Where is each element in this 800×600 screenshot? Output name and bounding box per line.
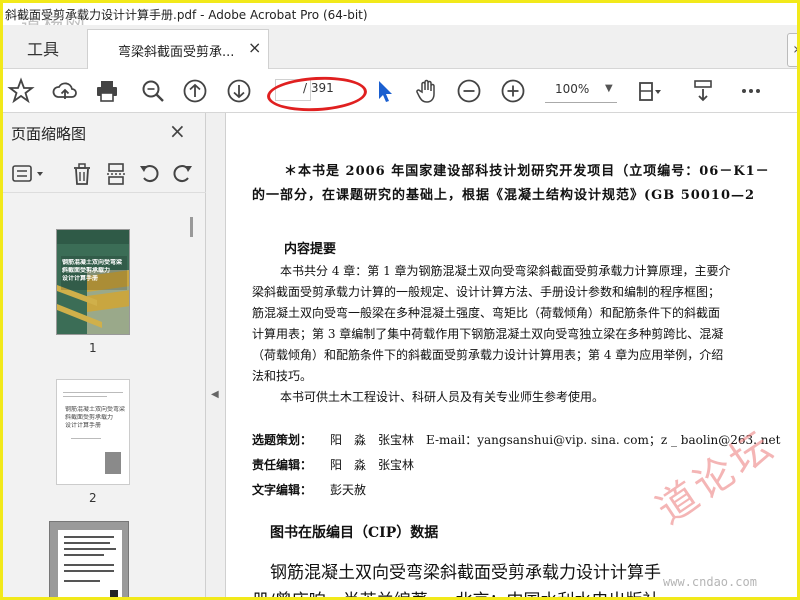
text-editor-label: 文字编辑：: [252, 483, 313, 497]
cover-title-block: 钢筋混凝土双向受弯梁 斜截面受剪承载力 设计计算手册: [62, 259, 128, 283]
summary-line: 计算用表；第 3 章编制了集中荷载作用下钢筋混凝土双向受弯独立梁在多种剪跨比、混…: [252, 327, 724, 341]
print-icon[interactable]: [93, 77, 121, 105]
cover-title-line: 设计计算手册: [62, 275, 99, 282]
summary-line: 法和技巧。: [252, 369, 313, 383]
text-editor-value: 彭天赦: [330, 483, 367, 497]
page2-title-line: 斜截面受剪承载力: [65, 414, 114, 421]
zoom-out-icon[interactable]: [455, 77, 483, 105]
editor-label: 责任编辑：: [252, 458, 313, 472]
title-bar: 斜截面受剪承载力设计计算手册.pdf - Adobe Acrobat Pro (…: [3, 3, 797, 37]
footnote-line: 的一部分，在课题研究的基础上，根据《混凝土结构设计规范》(GB 50010—2: [252, 188, 756, 203]
close-icon[interactable]: ×: [169, 119, 186, 143]
scrollbar-thumb[interactable]: [190, 217, 193, 237]
toolbar: / 391 100% ▼: [3, 69, 797, 114]
text-line: [64, 570, 114, 572]
thumbnails-scrollbar[interactable]: [187, 203, 195, 593]
zoom-select[interactable]: 100% ▼: [545, 79, 617, 103]
tab-document-label: 弯梁斜截面受剪承...: [118, 45, 235, 60]
summary-line: 梁斜截面受剪承载力计算的一般规定、设计计算方法、手册设计参数和编制的程序框图；: [252, 285, 721, 299]
summary-line: 本书共分 4 章：第 1 章为钢筋混凝土双向受弯梁斜截面受剪承载力计算原理，主要…: [280, 264, 731, 278]
page-corner-mark: [110, 590, 118, 597]
cip-title: 图书在版编目（CIP）数据: [270, 525, 439, 541]
tab-row: 工具 弯梁斜截面受剪承... × ›: [3, 25, 797, 69]
text-line: [64, 554, 104, 556]
document-view[interactable]: ＊本书是 2006 年国家建设部科技计划研究开发项目（立项编号：06－K1－ 的…: [226, 113, 797, 597]
cover-title-line: 斜截面受剪承载力: [62, 267, 111, 274]
page-number-label: 1: [89, 341, 97, 355]
page-number-label: 2: [89, 491, 97, 505]
publisher-logo: [105, 452, 121, 474]
app-window: 斜截面受剪承载力设计计算手册.pdf - Adobe Acrobat Pro (…: [0, 0, 800, 600]
summary-line: 本书可供土木工程设计、科研人员及有关专业师生参考使用。: [280, 390, 605, 404]
page2-title-line: 钢筋混凝土双向受弯梁: [65, 406, 125, 413]
rotate-ccw-icon[interactable]: [137, 161, 163, 187]
tab-scroll-button[interactable]: ›: [787, 33, 800, 67]
rotate-cw-icon[interactable]: [169, 161, 195, 187]
hand-icon[interactable]: [413, 77, 441, 105]
cip-line: 钢筋混凝土双向受弯梁斜截面受剪承载力设计计算手: [270, 563, 661, 583]
thumbnail-page-content: [58, 530, 122, 597]
pane-splitter[interactable]: ◀: [206, 113, 226, 597]
text-line: [64, 542, 110, 544]
summary-line: 筋混凝土双向受弯一般梁在多种混凝土强度、弯矩比（荷载倾角）和配筋条件下的斜截面: [252, 306, 721, 320]
select-cursor-icon[interactable]: [371, 77, 399, 105]
text-line: [63, 396, 107, 397]
chevron-down-icon: ▼: [605, 83, 613, 94]
text-line: [64, 536, 114, 538]
thumbnails-pane: 页面缩略图 × 钢筋混凝土双向受弯梁 斜截面受剪承载力 设计计算手册 1 钢筋混…: [3, 113, 206, 597]
summary-line: （荷载倾角）和配筋条件下的斜截面受剪承载力设计计算用表；第 4 章为应用举例，介…: [252, 348, 724, 362]
planner-label: 选题策划：: [252, 433, 313, 447]
text-line: [64, 580, 100, 582]
close-icon[interactable]: ×: [248, 38, 261, 57]
thumbnails-toolbar: [3, 157, 206, 193]
zoom-search-icon[interactable]: [139, 77, 167, 105]
trash-icon[interactable]: [69, 161, 95, 187]
tab-document[interactable]: 弯梁斜截面受剪承... ×: [87, 29, 269, 69]
cip-line: 册/曾庆响，肖芝兰编著. —北京：中国水利水电出版社，: [252, 586, 677, 597]
page-display-icon[interactable]: [635, 77, 663, 105]
tab-tools[interactable]: 工具: [3, 25, 87, 69]
page-up-icon[interactable]: [181, 77, 209, 105]
page-down-icon[interactable]: [225, 77, 253, 105]
more-icon[interactable]: [737, 77, 765, 105]
collapse-arrow-icon[interactable]: ◀: [211, 389, 219, 400]
text-line: [63, 392, 123, 393]
cloud-upload-icon[interactable]: [51, 77, 79, 105]
editor-value: 阳 淼 张宝林: [330, 458, 415, 472]
footnote-line: ＊本书是 2006 年国家建设部科技计划研究开发项目（立项编号：06－K1－: [284, 164, 770, 179]
text-line: [64, 548, 116, 550]
zoom-in-icon[interactable]: [499, 77, 527, 105]
chevron-right-icon: ›: [793, 39, 800, 58]
thumbnail-page-3[interactable]: [49, 521, 129, 597]
thumbnail-page-2[interactable]: 钢筋混凝土双向受弯梁 斜截面受剪承载力 设计计算手册: [56, 379, 130, 485]
page2-title-line: 设计计算手册: [65, 422, 102, 429]
pane-title: 页面缩略图: [11, 125, 87, 143]
cover-title-line: 钢筋混凝土双向受弯梁: [62, 259, 123, 266]
watermark-url: www.cndao.com: [663, 575, 757, 589]
tab-tools-label: 工具: [27, 40, 60, 59]
options-menu-icon[interactable]: [11, 161, 47, 187]
insert-page-icon[interactable]: [103, 161, 129, 187]
scroll-mode-icon[interactable]: [689, 77, 717, 105]
zoom-value: 100%: [555, 82, 590, 96]
page2-title-block: 钢筋混凝土双向受弯梁 斜截面受剪承载力 设计计算手册: [65, 406, 125, 430]
text-line: [71, 438, 101, 439]
thumbnail-page-1[interactable]: 钢筋混凝土双向受弯梁 斜截面受剪承载力 设计计算手册: [56, 229, 130, 335]
text-line: [64, 564, 114, 566]
summary-title: 内容提要: [284, 242, 337, 257]
star-icon[interactable]: [7, 77, 35, 105]
